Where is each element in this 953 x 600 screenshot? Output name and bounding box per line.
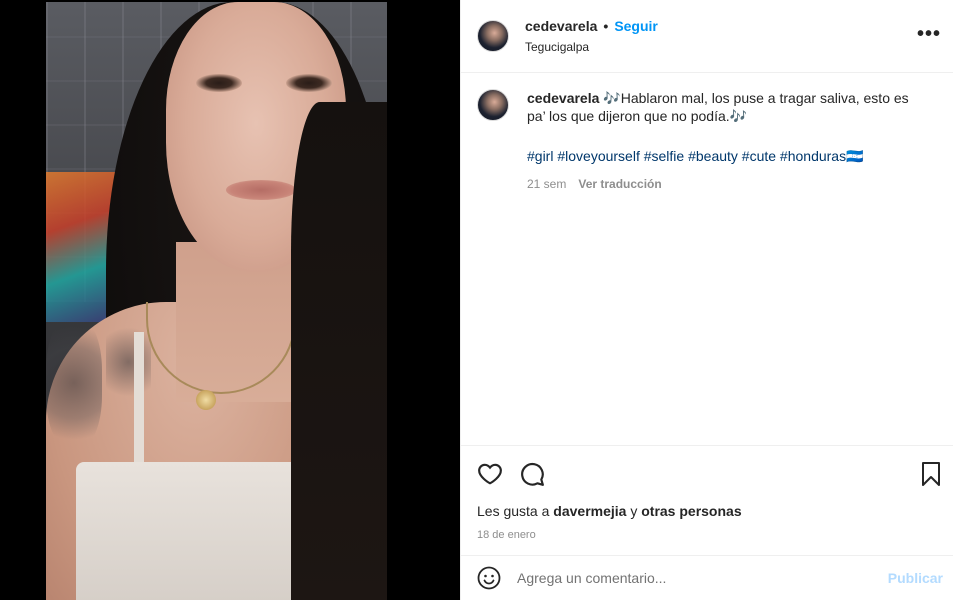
instagram-post: cedevarela • Seguir Tegucigalpa ••• cede… [0, 0, 953, 600]
comment-icon[interactable] [519, 461, 545, 487]
emoji-icon[interactable] [477, 566, 501, 590]
comment-input[interactable] [517, 570, 857, 586]
post-photo[interactable] [46, 2, 387, 600]
post-date[interactable]: 18 de enero [461, 529, 953, 541]
location-link[interactable]: Tegucigalpa [525, 40, 658, 54]
post-header: cedevarela • Seguir Tegucigalpa ••• [461, 0, 953, 73]
bookmark-icon[interactable] [919, 461, 943, 487]
follow-button[interactable]: Seguir [614, 18, 658, 34]
header-username[interactable]: cedevarela [525, 18, 597, 34]
hashtags[interactable]: #girl #loveyourself #selfie #beauty #cut… [527, 147, 927, 165]
separator-dot: • [603, 18, 609, 34]
likes-summary: Les gusta a davermejia y otras personas [477, 503, 742, 519]
avatar[interactable] [477, 20, 509, 52]
caption-username[interactable]: cedevarela [527, 90, 599, 106]
publish-button[interactable]: Publicar [888, 570, 943, 586]
translate-button[interactable]: Ver traducción [578, 175, 661, 193]
comments-section: cedevarela 🎶Hablaron mal, los puse a tra… [461, 73, 953, 445]
action-bar [461, 445, 953, 501]
post-media [0, 0, 460, 600]
other-likers-link[interactable]: otras personas [641, 503, 741, 519]
heart-icon[interactable] [477, 461, 503, 487]
liker-username[interactable]: davermejia [553, 503, 626, 519]
caption: cedevarela 🎶Hablaron mal, los puse a tra… [477, 89, 937, 193]
post-sidebar: cedevarela • Seguir Tegucigalpa ••• cede… [460, 0, 953, 600]
comment-form: Publicar [461, 555, 953, 600]
more-options-icon[interactable]: ••• [917, 24, 941, 44]
caption-time[interactable]: 21 sem [527, 175, 566, 193]
caption-avatar[interactable] [477, 89, 509, 121]
